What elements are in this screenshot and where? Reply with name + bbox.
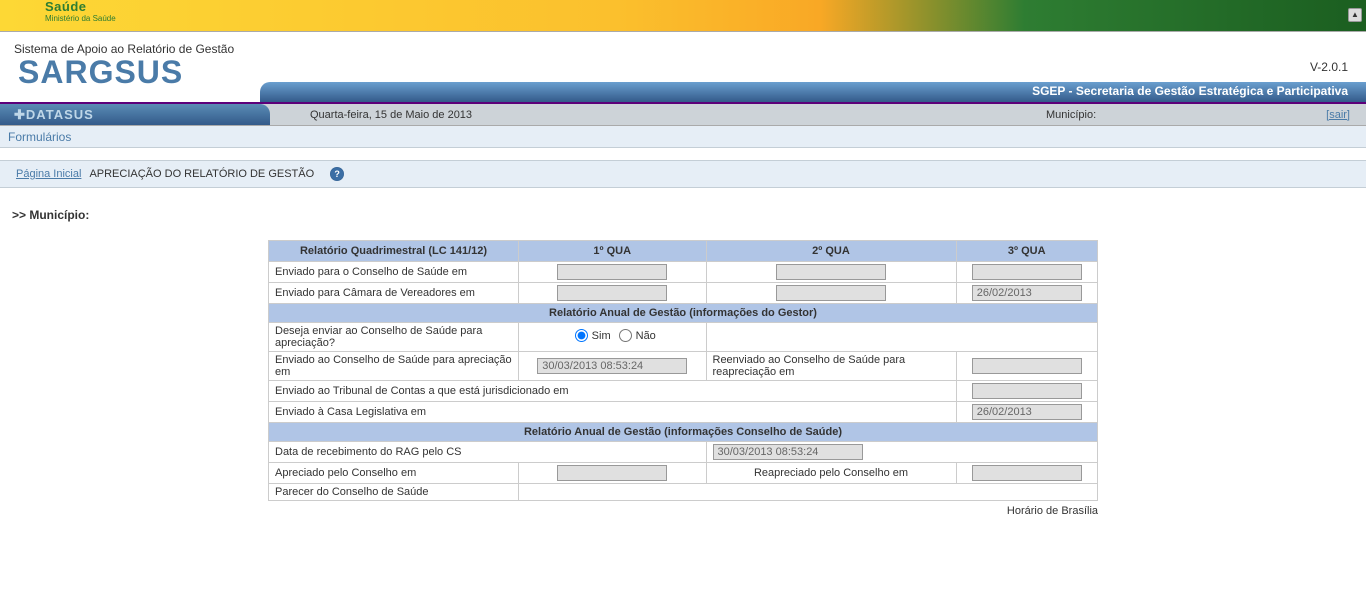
table-row: Parecer do Conselho de Saúde	[269, 484, 1098, 501]
ministry-sub: Ministério da Saúde	[45, 14, 116, 23]
table-row: Enviado ao Tribunal de Contas a que está…	[269, 381, 1098, 402]
datasus-label: ✚DATASUS	[0, 104, 270, 125]
input-conselho-q1[interactable]	[557, 264, 667, 280]
scroll-up-icon[interactable]: ▲	[1348, 8, 1362, 22]
version-label: V-2.0.1	[1310, 60, 1348, 74]
breadcrumb-title: APRECIAÇÃO DO RELATÓRIO DE GESTÃO	[89, 168, 314, 180]
table-row: Enviado ao Conselho de Saúde para apreci…	[269, 352, 1098, 381]
content-area: >> Município: Relatório Quadrimestral (L…	[0, 188, 1366, 527]
radio-nao[interactable]	[619, 329, 632, 342]
row-label: Enviado para Câmara de Vereadores em	[269, 283, 519, 304]
input-casa-leg[interactable]	[972, 404, 1082, 420]
row-label: Enviado à Casa Legislativa em	[269, 402, 957, 423]
table-row: Apreciado pelo Conselho em Reapreciado p…	[269, 463, 1098, 484]
input-camara-q3[interactable]	[972, 285, 1082, 301]
table-row: Deseja enviar ao Conselho de Saúde para …	[269, 323, 1098, 352]
input-camara-q1[interactable]	[557, 285, 667, 301]
menu-formularios[interactable]: Formulários	[8, 130, 71, 144]
section-gestor: Relatório Anual de Gestão (informações d…	[269, 304, 1098, 323]
input-reapreciado[interactable]	[972, 465, 1082, 481]
table-row: Enviado para Câmara de Vereadores em	[269, 283, 1098, 304]
table-row: Data de recebimento do RAG pelo CS	[269, 442, 1098, 463]
input-apreciado[interactable]	[557, 465, 667, 481]
system-description: Sistema de Apoio ao Relatório de Gestão	[0, 32, 1366, 60]
help-icon[interactable]: ?	[330, 167, 344, 181]
hdr-quadrimestral: Relatório Quadrimestral (LC 141/12)	[269, 241, 519, 262]
section-conselho: Relatório Anual de Gestão (informações C…	[269, 423, 1098, 442]
report-table: Relatório Quadrimestral (LC 141/12) 1º Q…	[268, 240, 1098, 501]
row-label: Enviado para o Conselho de Saúde em	[269, 262, 519, 283]
ministry-name: Saúde	[45, 0, 116, 14]
hdr-q3: 3º QUA	[956, 241, 1098, 262]
top-banner: Saúde Ministério da Saúde ▲	[0, 0, 1366, 32]
breadcrumb: Página Inicial APRECIAÇÃO DO RELATÓRIO D…	[0, 160, 1366, 188]
municipio-label: Município:	[1046, 109, 1326, 121]
input-conselho-q2[interactable]	[776, 264, 886, 280]
input-camara-q2[interactable]	[776, 285, 886, 301]
row-label: Reenviado ao Conselho de Saúde para reap…	[706, 352, 956, 381]
row-label: Deseja enviar ao Conselho de Saúde para …	[269, 323, 519, 352]
header-bar: SARGSUS V-2.0.1 SGEP - Secretaria de Ges…	[0, 60, 1366, 104]
sgep-label: SGEP - Secretaria de Gestão Estratégica …	[260, 82, 1366, 102]
row-label: Data de recebimento do RAG pelo CS	[269, 442, 707, 463]
hdr-q1: 1º QUA	[519, 241, 707, 262]
row-label: Apreciado pelo Conselho em	[269, 463, 519, 484]
current-date: Quarta-feira, 15 de Maio de 2013	[270, 109, 1046, 121]
hdr-q2: 2º QUA	[706, 241, 956, 262]
system-name: SARGSUS	[18, 54, 183, 91]
row-label: Reapreciado pelo Conselho em	[706, 463, 956, 484]
input-data-receb[interactable]	[713, 444, 863, 460]
row-label: Enviado ao Tribunal de Contas a que está…	[269, 381, 957, 402]
page-title: >> Município:	[10, 208, 1356, 222]
datasus-text: DATASUS	[26, 107, 94, 122]
input-tribunal[interactable]	[972, 383, 1082, 399]
menu-bar: Formulários	[0, 126, 1366, 148]
table-row: Enviado à Casa Legislativa em	[269, 402, 1098, 423]
label-sim: Sim	[592, 330, 611, 342]
row-label: Enviado ao Conselho de Saúde para apreci…	[269, 352, 519, 381]
breadcrumb-home[interactable]: Página Inicial	[16, 168, 81, 180]
input-reenviado[interactable]	[972, 358, 1082, 374]
logout-link[interactable]: [sair]	[1326, 109, 1366, 121]
input-conselho-q3[interactable]	[972, 264, 1082, 280]
info-bar: ✚DATASUS Quarta-feira, 15 de Maio de 201…	[0, 104, 1366, 126]
table-row: Enviado para o Conselho de Saúde em	[269, 262, 1098, 283]
radio-sim[interactable]	[575, 329, 588, 342]
row-label: Parecer do Conselho de Saúde	[269, 484, 519, 501]
label-nao: Não	[636, 330, 656, 342]
ministry-logo: Saúde Ministério da Saúde	[45, 0, 116, 23]
footer-timezone: Horário de Brasília	[268, 505, 1098, 517]
spacer	[0, 148, 1366, 160]
page-title-prefix: >> Município:	[12, 208, 89, 222]
input-env-apreciacao[interactable]	[537, 358, 687, 374]
